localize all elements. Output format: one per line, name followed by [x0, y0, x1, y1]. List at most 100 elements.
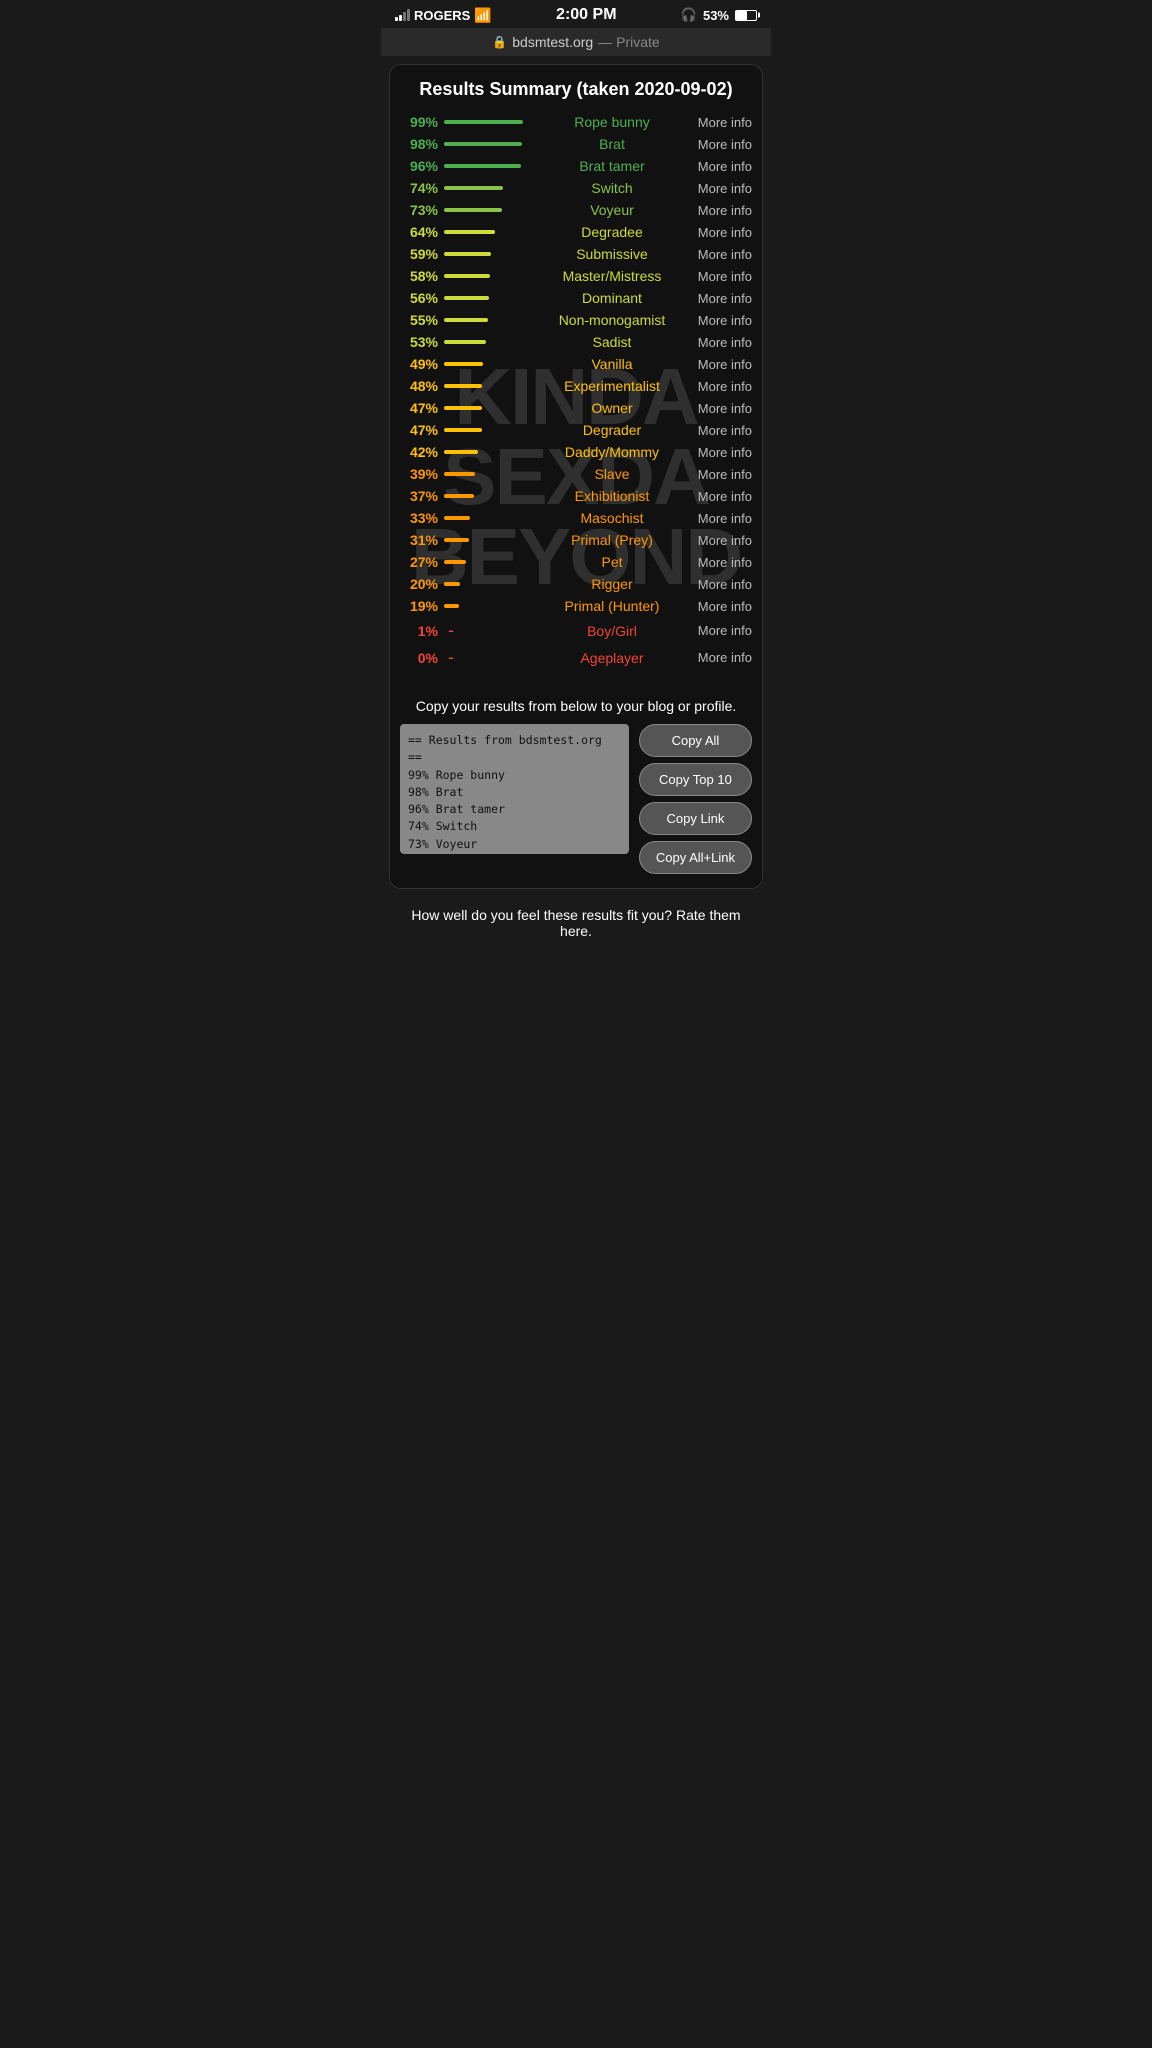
result-name: Brat tamer — [540, 158, 684, 174]
more-info-link[interactable]: More info — [690, 623, 752, 638]
result-name: Boy/Girl — [540, 623, 684, 639]
more-info-link[interactable]: More info — [690, 533, 752, 548]
result-bar-fill — [444, 208, 502, 212]
result-bar-container — [444, 164, 534, 168]
signal-icon — [395, 9, 410, 21]
more-info-link[interactable]: More info — [690, 335, 752, 350]
result-bar-container — [444, 142, 534, 146]
more-info-link[interactable]: More info — [690, 650, 752, 665]
result-bar-fill — [444, 494, 474, 498]
more-info-link[interactable]: More info — [690, 181, 752, 196]
more-info-link[interactable]: More info — [690, 401, 752, 416]
result-bar — [444, 230, 534, 234]
more-info-link[interactable]: More info — [690, 555, 752, 570]
more-info-link[interactable]: More info — [690, 467, 752, 482]
result-bar-container — [444, 252, 534, 256]
result-percent: 73% — [400, 202, 438, 218]
more-info-link[interactable]: More info — [690, 379, 752, 394]
result-bar — [444, 208, 534, 212]
result-bar-container — [444, 384, 534, 388]
result-row: 37%ExhibitionistMore info — [400, 488, 752, 504]
result-row: 31%Primal (Prey)More info — [400, 532, 752, 548]
result-bar — [444, 142, 534, 146]
status-bar: ROGERS 📶 2:00 PM 🎧 53% — [381, 0, 771, 28]
result-percent: 99% — [400, 114, 438, 130]
result-row: 64%DegradeeMore info — [400, 224, 752, 240]
result-bar — [444, 516, 534, 520]
result-name: Owner — [540, 400, 684, 416]
more-info-link[interactable]: More info — [690, 511, 752, 526]
result-bar-container — [444, 362, 534, 366]
result-row: 49% Vanilla More info — [400, 356, 752, 372]
result-row: 42%Daddy/MommyMore info — [400, 444, 752, 460]
more-info-link[interactable]: More info — [690, 115, 752, 130]
result-bar-container: - — [444, 620, 534, 641]
result-row: 55%Non-monogamistMore info — [400, 312, 752, 328]
bottom-text: How well do you feel these results fit y… — [381, 897, 771, 959]
more-info-link[interactable]: More info — [690, 599, 752, 614]
more-info-link[interactable]: More info — [690, 423, 752, 438]
result-percent: 96% — [400, 158, 438, 174]
result-bar — [444, 604, 534, 608]
more-info-link[interactable]: More info — [690, 137, 752, 152]
results-content: Results Summary (taken 2020-09-02) 99%Ro… — [390, 65, 762, 688]
result-row: 98%BratMore info — [400, 136, 752, 152]
result-bar-container — [444, 186, 534, 190]
result-name: Brat — [540, 136, 684, 152]
result-bar-container — [444, 274, 534, 278]
result-percent: 33% — [400, 510, 438, 526]
result-bar-fill — [444, 274, 490, 278]
result-name: Rigger — [540, 576, 684, 592]
result-bar-fill — [444, 450, 478, 454]
copy-textarea[interactable] — [400, 724, 629, 854]
result-percent: 56% — [400, 290, 438, 306]
result-bar-fill — [444, 230, 495, 234]
more-info-link[interactable]: More info — [690, 291, 752, 306]
result-percent: 59% — [400, 246, 438, 262]
result-bar — [444, 164, 534, 168]
result-bar — [444, 318, 534, 322]
more-info-link[interactable]: More info — [690, 269, 752, 284]
more-info-link[interactable]: More info — [690, 159, 752, 174]
result-bar-fill — [444, 384, 482, 388]
result-bar-container — [444, 208, 534, 212]
result-name: Ageplayer — [540, 650, 684, 666]
more-info-link[interactable]: More info — [690, 247, 752, 262]
result-bar-container — [444, 450, 534, 454]
result-bar-fill — [444, 516, 470, 520]
result-bar-fill — [444, 252, 491, 256]
result-name: Exhibitionist — [540, 488, 684, 504]
result-name: Primal (Hunter) — [540, 598, 684, 614]
result-name: Masochist — [540, 510, 684, 526]
result-bar — [444, 428, 534, 432]
result-bar-fill — [444, 582, 460, 586]
result-name: Slave — [540, 466, 684, 482]
more-info-link[interactable]: More info — [690, 445, 752, 460]
result-row: 19%Primal (Hunter)More info — [400, 598, 752, 614]
result-name: Degrader — [540, 422, 684, 438]
result-row: 27%PetMore info — [400, 554, 752, 570]
result-bar-fill — [444, 472, 475, 476]
result-row: 74%SwitchMore info — [400, 180, 752, 196]
copy-button-copy-all+link[interactable]: Copy All+Link — [639, 841, 752, 874]
copy-button-copy-top-10[interactable]: Copy Top 10 — [639, 763, 752, 796]
more-info-link[interactable]: More info — [690, 577, 752, 592]
more-info-link[interactable]: More info — [690, 313, 752, 328]
result-name: Non-monogamist — [540, 312, 684, 328]
result-percent: 49% — [400, 356, 438, 372]
more-info-link[interactable]: More info — [690, 357, 752, 372]
more-info-link[interactable]: More info — [690, 489, 752, 504]
result-row: 47%DegraderMore info — [400, 422, 752, 438]
url-bar[interactable]: 🔒 bdsmtest.org — Private — [381, 28, 771, 56]
result-percent: 39% — [400, 466, 438, 482]
more-info-link[interactable]: More info — [690, 203, 752, 218]
result-bar-fill — [444, 318, 488, 322]
result-row: 96% Brat tamer More info — [400, 158, 752, 174]
headphone-icon: 🎧 — [681, 7, 697, 23]
result-bar-fill — [444, 538, 469, 542]
result-name: Vanilla — [540, 356, 684, 372]
copy-button-copy-link[interactable]: Copy Link — [639, 802, 752, 835]
url-domain: bdsmtest.org — [512, 34, 593, 50]
copy-button-copy-all[interactable]: Copy All — [639, 724, 752, 757]
more-info-link[interactable]: More info — [690, 225, 752, 240]
